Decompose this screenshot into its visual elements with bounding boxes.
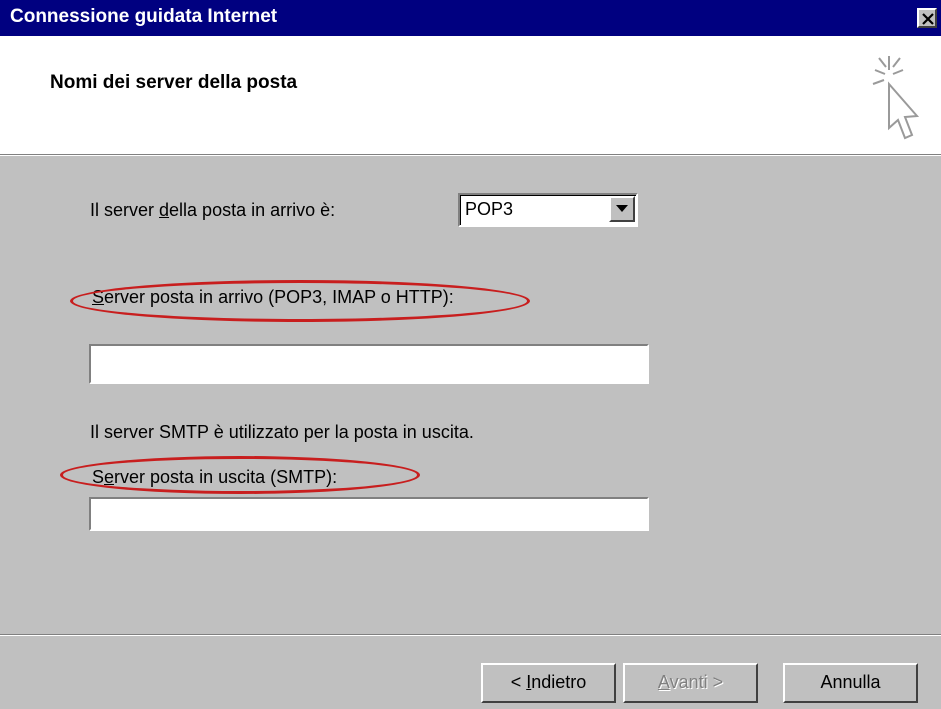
incoming-type-label: Il server della posta in arrivo è:: [90, 200, 336, 220]
outgoing-server-input[interactable]: [89, 497, 649, 531]
dropdown-button[interactable]: [609, 196, 635, 222]
incoming-server-input[interactable]: [89, 344, 649, 384]
close-icon: [922, 13, 934, 25]
footer-divider-highlight: [0, 635, 941, 636]
incoming-type-value: POP3: [465, 199, 514, 219]
title-bar[interactable]: Connessione guidata Internet: [0, 0, 941, 36]
outgoing-server-label: Server posta in uscita (SMTP):: [92, 467, 338, 487]
next-button[interactable]: Avanti >: [623, 663, 758, 703]
wizard-cursor-icon: [872, 56, 920, 140]
page-title: Nomi dei server della posta: [50, 72, 298, 93]
cancel-button[interactable]: Annulla: [783, 663, 918, 703]
close-button[interactable]: [917, 8, 937, 28]
wizard-header: Nomi dei server della posta: [0, 36, 941, 155]
wizard-window: Connessione guidata Internet Nomi dei se…: [0, 0, 941, 709]
window-title: Connessione guidata Internet: [10, 6, 278, 27]
header-divider: [0, 155, 941, 156]
back-button[interactable]: < Indietro: [481, 663, 616, 703]
incoming-type-dropdown[interactable]: POP3: [458, 193, 638, 227]
smtp-note: Il server SMTP è utilizzato per la posta…: [90, 422, 474, 442]
incoming-server-label: Server posta in arrivo (POP3, IMAP o HTT…: [92, 287, 454, 307]
dropdown-arrow-icon: [616, 205, 628, 212]
